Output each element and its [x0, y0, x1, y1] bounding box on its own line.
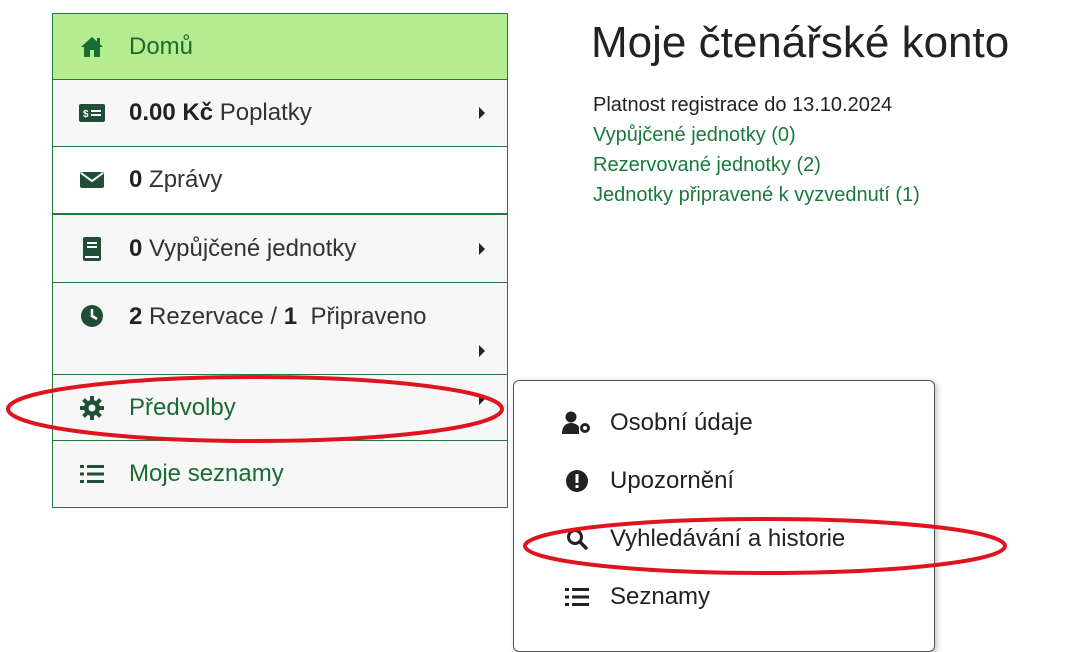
- search-icon: [562, 526, 592, 552]
- sidebar-item-fees[interactable]: $ 0.00 Kč Poplatky: [52, 80, 508, 147]
- sidebar-item-preferences[interactable]: Předvolby: [52, 375, 508, 441]
- checkouts-count: 0: [129, 234, 143, 262]
- home-icon: [79, 34, 105, 60]
- exclamation-icon: [562, 468, 592, 494]
- sidebar-item-label: Poplatky: [213, 99, 312, 126]
- expiration-text: Platnost registrace do 13.10.2024: [593, 94, 893, 116]
- list-icon: [79, 461, 105, 487]
- envelope-icon: [79, 167, 105, 193]
- account-summary: Platnost registrace do 13.10.2024 Vypůjč…: [593, 90, 920, 210]
- messages-count: 0: [129, 166, 143, 193]
- fees-amount: 0.00 Kč: [129, 99, 214, 126]
- svg-text:$: $: [83, 109, 89, 120]
- menu-item-search-history[interactable]: Vyhledávání a historie: [562, 525, 845, 553]
- sidebar-item-checkouts[interactable]: 0 Vypůjčené jednotky: [52, 214, 508, 283]
- menu-item-personal-info[interactable]: Osobní údaje: [562, 409, 753, 437]
- preferences-dropdown: Osobní údaje Upozornění Vyhledávání a hi…: [513, 380, 935, 652]
- ready-count: 1: [283, 303, 298, 330]
- menu-item-lists[interactable]: Seznamy: [562, 583, 710, 611]
- money-icon: $: [79, 100, 105, 126]
- menu-item-label: Osobní údaje: [610, 409, 753, 436]
- sidebar-item-label: Vypůjčené jednotky: [142, 234, 357, 262]
- list-icon: [562, 584, 592, 610]
- holds-count: 2: [129, 303, 143, 330]
- sidebar-item-label: Předvolby: [129, 393, 236, 421]
- chevron-right-icon: [479, 393, 485, 405]
- chevron-right-icon: [479, 107, 485, 119]
- sidebar-item-lists[interactable]: Moje seznamy: [52, 441, 508, 508]
- sidebar-item-label: Rezervace /: [142, 303, 284, 330]
- ready-label: Připraveno: [297, 303, 427, 330]
- sidebar-item-messages[interactable]: 0 Zprávy: [52, 147, 508, 214]
- checked-out-link[interactable]: Vypůjčené jednotky (0): [593, 120, 920, 150]
- book-icon: [79, 236, 105, 262]
- holds-link[interactable]: Rezervované jednotky (2): [593, 150, 920, 180]
- ready-link[interactable]: Jednotky připravené k vyzvednutí (1): [593, 180, 920, 210]
- account-sidebar: Domů $ 0.00 Kč Poplatky 0 Zprávy 0 Vypůj…: [52, 13, 508, 508]
- chevron-right-icon: [479, 345, 485, 357]
- sidebar-item-label: Moje seznamy: [129, 460, 284, 487]
- menu-item-label: Upozornění: [610, 467, 735, 494]
- chevron-right-icon: [479, 242, 485, 255]
- menu-item-label: Vyhledávání a historie: [610, 525, 846, 552]
- menu-item-notifications[interactable]: Upozornění: [562, 467, 734, 495]
- page-title: Moje čtenářské konto: [591, 18, 1010, 67]
- sidebar-item-home[interactable]: Domů: [52, 13, 508, 80]
- user-cog-icon: [562, 410, 592, 436]
- sidebar-item-label: Zprávy: [142, 166, 223, 193]
- sidebar-item-holds[interactable]: 2 Rezervace / 1 Připraveno: [52, 283, 508, 375]
- gear-icon: [79, 395, 105, 421]
- sidebar-item-label: Domů: [129, 32, 194, 60]
- menu-item-label: Seznamy: [610, 583, 711, 610]
- clock-icon: [79, 303, 105, 329]
